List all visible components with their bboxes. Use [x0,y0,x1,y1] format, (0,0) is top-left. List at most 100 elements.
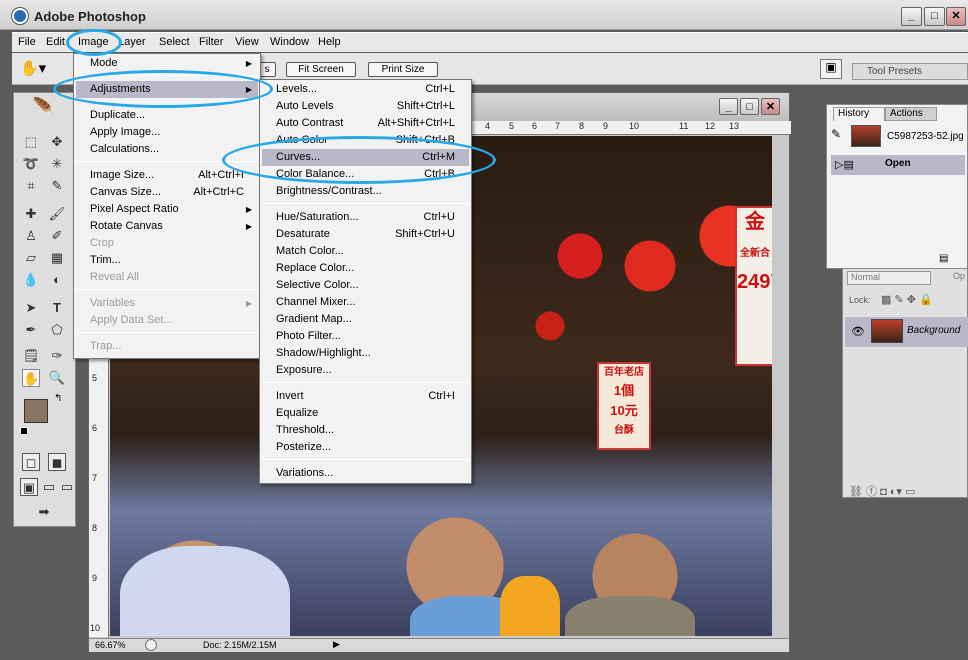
ruler-label: 9 [92,573,98,583]
doc-minimize-button[interactable]: _ [719,98,738,115]
history-state-open[interactable]: ▷▤ Open [831,155,965,175]
menu-item-levels[interactable]: Levels... Ctrl+L [262,81,469,98]
snapshot-name[interactable]: C5987253-52.jpg [887,131,964,142]
menu-item-auto-contrast[interactable]: Auto Contrast Alt+Shift+Ctrl+L [262,115,469,132]
layer-background[interactable]: 👁 Background [845,317,968,347]
menu-item-shortcut: Shift+Ctrl+U [395,228,455,240]
maximize-button[interactable]: □ [924,7,945,26]
doc-maximize-button[interactable]: □ [740,98,759,115]
tab-history[interactable]: History [833,107,885,121]
menu-item-image-size[interactable]: Image Size... Alt+Ctrl+I [76,167,258,184]
lasso-tool-icon[interactable]: ➰ [22,155,40,173]
shape-tool-icon[interactable]: ⬠ [48,321,66,339]
menu-item-hue-saturation[interactable]: Hue/Saturation... Ctrl+U [262,209,469,226]
menu-item-invert[interactable]: Invert Ctrl+I [262,388,469,405]
menu-item-exposure[interactable]: Exposure... [262,362,469,379]
notes-tool-icon[interactable]: 🗒 [22,347,40,365]
foreground-color-swatch[interactable] [24,399,48,423]
hand-tool-icon[interactable]: ✋ [22,369,40,387]
gradient-tool-icon[interactable]: ▦ [48,249,66,267]
clone-stamp-tool-icon[interactable]: ♙ [22,227,40,245]
menu-item-label: Variables [90,297,136,309]
eyedropper-tool-icon[interactable]: ✑ [48,347,66,365]
standard-mode-icon[interactable]: ◻ [22,453,40,471]
menu-item-brightness-contrast[interactable]: Brightness/Contrast... [262,183,469,200]
person-shirt [565,596,695,636]
menu-item-trim[interactable]: Trim... [76,252,258,269]
submenu-arrow-icon: ▶ [245,205,252,214]
quick-mask-mode-icon[interactable]: ◼ [48,453,66,471]
menu-edit[interactable]: Edit [46,36,65,48]
menu-item-gradient-map[interactable]: Gradient Map... [262,311,469,328]
zoom-tool-icon[interactable]: 🔍 [48,369,66,387]
screen-mode-standard-icon[interactable]: ▣ [20,478,38,496]
marquee-tool-icon[interactable]: ⬚ [22,133,40,151]
menu-item-match-color[interactable]: Match Color... [262,243,469,260]
menu-item-variations[interactable]: Variations... [262,465,469,482]
menu-item-auto-levels[interactable]: Auto Levels Shift+Ctrl+L [262,98,469,115]
magic-wand-tool-icon[interactable]: ✳ [48,155,66,173]
close-button[interactable]: ✕ [946,7,966,26]
menu-view[interactable]: View [235,36,259,48]
layer-bottom-icons[interactable]: ⛓ ⓕ ◘ ◐▾ ▭ [849,483,915,499]
type-tool-icon[interactable]: T [48,299,66,317]
menu-select[interactable]: Select [159,36,190,48]
slice-tool-icon[interactable]: ✎ [48,177,66,195]
snapshot-thumbnail[interactable] [851,125,881,147]
menu-separator [262,382,469,383]
menu-window[interactable]: Window [270,36,309,48]
menu-item-equalize[interactable]: Equalize [262,405,469,422]
crop-tool-icon[interactable]: ⌗ [22,177,40,195]
menu-item-label: Levels... [276,83,317,95]
menu-item-desaturate[interactable]: Desaturate Shift+Ctrl+U [262,226,469,243]
eraser-tool-icon[interactable]: ▱ [22,249,40,267]
doc-close-button[interactable]: ✕ [761,98,780,115]
blur-tool-icon[interactable]: 💧 [22,271,40,289]
path-selection-tool-icon[interactable]: ➤ [22,299,40,317]
move-tool-icon[interactable]: ✥ [48,133,66,151]
menu-help[interactable]: Help [318,36,341,48]
status-menu-arrow-icon[interactable]: ▶ [333,639,340,650]
menu-item-channel-mixer[interactable]: Channel Mixer... [262,294,469,311]
new-document-icon[interactable]: ▤ [939,253,948,264]
jump-to-imageready-icon[interactable]: ➡ [26,503,62,521]
pen-tool-icon[interactable]: ✒ [22,321,40,339]
eye-visibility-icon[interactable]: 👁 [851,325,865,338]
history-brush-tool-icon[interactable]: ✐ [48,227,66,245]
sign-text: 金 [745,211,765,233]
menu-item-pixel-aspect-ratio[interactable]: Pixel Aspect Ratio ▶ [76,201,258,218]
zoom-level[interactable]: 66.67% [95,640,126,650]
screen-mode-full-menu-icon[interactable]: ▭ [40,478,58,496]
blend-mode-select[interactable]: Normal [847,271,931,285]
minimize-button[interactable]: _ [901,7,922,26]
fit-screen-button[interactable]: Fit Screen [286,62,356,77]
dodge-tool-icon[interactable]: ◐ [48,271,66,289]
swap-colors-icon[interactable]: ↰ [54,393,62,404]
brush-tool-icon[interactable]: 🖌 [48,205,66,223]
screen-mode-full-icon[interactable]: ▭ [58,478,76,496]
menu-item-posterize[interactable]: Posterize... [262,439,469,456]
snapshot-brush-icon[interactable]: ✎ [831,127,849,143]
status-info-icon[interactable] [145,639,157,651]
menu-item-shadow-highlight[interactable]: Shadow/Highlight... [262,345,469,362]
menu-item-photo-filter[interactable]: Photo Filter... [262,328,469,345]
menu-item-threshold[interactable]: Threshold... [262,422,469,439]
hand-tool-preset-icon[interactable]: ✋▾ [20,59,50,79]
healing-brush-tool-icon[interactable]: ✚ [22,205,40,223]
tab-actions[interactable]: Actions [885,107,937,121]
palette-well-icon[interactable]: ▣ [820,59,842,79]
tool-presets-tab[interactable]: Tool Presets [852,63,968,80]
menu-layer[interactable]: Layer [118,36,146,48]
menu-item-selective-color[interactable]: Selective Color... [262,277,469,294]
menu-item-rotate-canvas[interactable]: Rotate Canvas ▶ [76,218,258,235]
menu-item-apply-image[interactable]: Apply Image... [76,124,258,141]
lock-icons[interactable]: ▩ ✎ ✥ 🔒 [881,293,933,306]
menu-file[interactable]: File [18,36,36,48]
menu-filter[interactable]: Filter [199,36,223,48]
menu-item-canvas-size[interactable]: Canvas Size... Alt+Ctrl+C [76,184,258,201]
menu-item-shortcut: Ctrl+U [423,211,455,223]
menu-item-duplicate[interactable]: Duplicate... [76,107,258,124]
default-colors-icon[interactable] [20,427,28,435]
menu-item-replace-color[interactable]: Replace Color... [262,260,469,277]
print-size-button[interactable]: Print Size [368,62,438,77]
